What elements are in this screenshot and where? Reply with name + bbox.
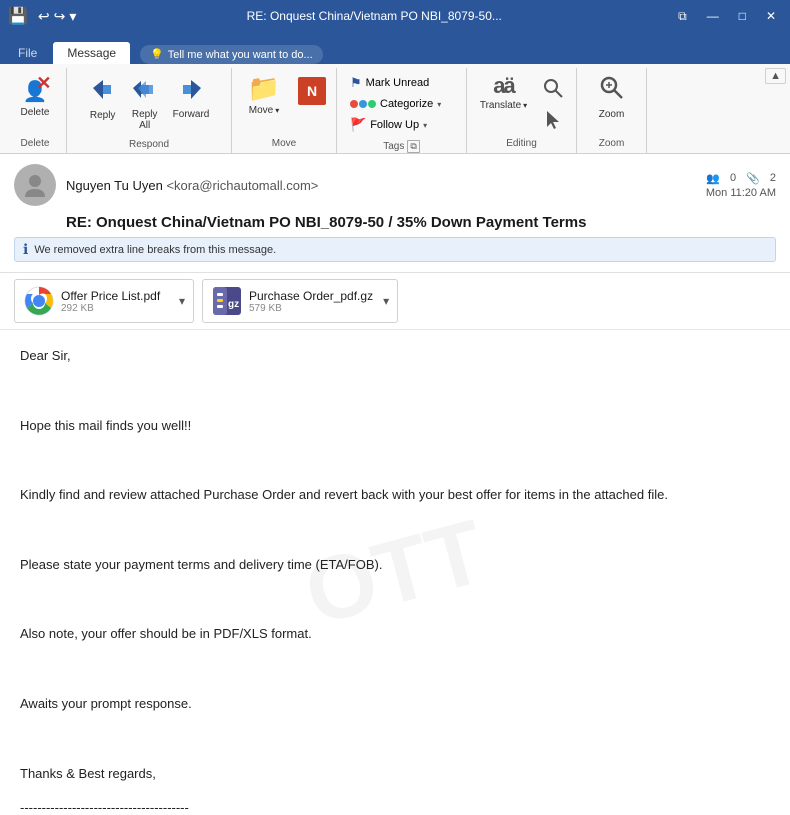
app-icon: 💾: [8, 6, 28, 26]
search-button[interactable]: [537, 74, 569, 102]
cursor-button[interactable]: [537, 106, 569, 134]
forward-label: Forward: [173, 109, 210, 120]
forward-button[interactable]: Forward: [167, 70, 216, 124]
sender-email: <kora@richautomall.com>: [166, 178, 318, 193]
ribbon: 👤 ✕ Delete Delete Reply: [0, 64, 790, 154]
attachment-2[interactable]: gz Purchase Order_pdf.gz 579 KB ▾: [202, 279, 398, 323]
reply-button[interactable]: Reply: [83, 70, 123, 125]
tab-bar: File Message 💡 Tell me what you want to …: [0, 32, 790, 64]
body-line-11: Awaits your prompt response.: [20, 694, 770, 715]
ribbon-group-move: 📁 Move ▾ N Move: [232, 68, 337, 153]
attachment-1-info: Offer Price List.pdf 292 KB: [61, 289, 169, 314]
body-line-9: Also note, your offer should be in PDF/X…: [20, 624, 770, 645]
delete-button[interactable]: 👤 ✕ Delete: [10, 70, 60, 122]
zoom-group-label: Zoom: [583, 134, 640, 153]
attachment-2-dropdown[interactable]: ▾: [383, 294, 389, 308]
reply-all-button[interactable]: ReplyAll: [125, 70, 165, 135]
title-bar: 💾 ↩ ↪ ▾ RE: Onquest China/Vietnam PO NBI…: [0, 0, 790, 32]
zoom-label: Zoom: [599, 109, 625, 120]
ribbon-group-delete: 👤 ✕ Delete Delete: [4, 68, 67, 153]
reply-all-label: ReplyAll: [132, 109, 158, 131]
email-body[interactable]: OTT Dear Sir, Hope this mail finds you w…: [0, 330, 790, 815]
translate-label: Translate ▾: [480, 100, 527, 111]
tab-message[interactable]: Message: [53, 42, 130, 64]
sender-avatar: [14, 164, 56, 206]
editing-group-label: Editing: [473, 134, 570, 153]
body-line-6: [20, 520, 770, 541]
attachment-2-size: 579 KB: [249, 303, 373, 314]
tell-me-text: Tell me what you want to do...: [168, 49, 313, 61]
attachment-count: 2: [770, 172, 776, 184]
email-meta-right: 👥 0 📎 2 Mon 11:20 AM: [706, 172, 776, 199]
body-line-4: [20, 450, 770, 471]
info-message: We removed extra line breaks from this m…: [34, 244, 276, 256]
categorize-button[interactable]: Categorize ▾: [343, 95, 460, 113]
attachment-1-name: Offer Price List.pdf: [61, 289, 169, 303]
ribbon-group-tags: ⚑ Mark Unread Categorize ▾ 🚩 Follow Up ▾…: [337, 68, 467, 153]
email-subject: RE: Onquest China/Vietnam PO NBI_8079-50…: [66, 210, 776, 233]
lightbulb-icon: 💡: [150, 48, 164, 61]
respond-group-label: Respond: [73, 135, 225, 154]
maximize-button[interactable]: □: [733, 7, 752, 26]
body-line-8: [20, 590, 770, 611]
restore-button[interactable]: ⧉: [672, 7, 693, 26]
mark-unread-label: Mark Unread: [366, 77, 430, 89]
ribbon-group-editing: aä Translate ▾ Editing: [467, 68, 577, 153]
ribbon-group-zoom: Zoom Zoom: [577, 68, 647, 153]
follow-up-label: Follow Up: [370, 119, 419, 131]
info-bar: ℹ We removed extra line breaks from this…: [14, 237, 776, 262]
onenote-button[interactable]: N: [294, 74, 330, 108]
body-line-3: Hope this mail finds you well!!: [20, 416, 770, 437]
email-container: Nguyen Tu Uyen <kora@richautomall.com> 👥…: [0, 154, 790, 815]
attachment-2-name: Purchase Order_pdf.gz: [249, 289, 373, 303]
body-line-1: Dear Sir,: [20, 346, 770, 367]
ribbon-collapse-button[interactable]: ▲: [765, 68, 786, 84]
window-title: RE: Onquest China/Vietnam PO NBI_8079-50…: [76, 9, 672, 23]
attachment-1-dropdown[interactable]: ▾: [179, 294, 185, 308]
translate-button[interactable]: aä Translate ▾: [474, 70, 533, 115]
body-line-13: Thanks & Best regards,: [20, 764, 770, 785]
body-line-5: Kindly find and review attached Purchase…: [20, 485, 770, 506]
email-date: Mon 11:20 AM: [706, 187, 776, 199]
close-button[interactable]: ✕: [760, 7, 782, 26]
delete-label: Delete: [21, 107, 50, 118]
body-line-12: [20, 729, 770, 750]
body-line-10: [20, 659, 770, 680]
email-meta: Nguyen Tu Uyen <kora@richautomall.com>: [66, 178, 696, 193]
attachment-2-info: Purchase Order_pdf.gz 579 KB: [249, 289, 373, 314]
tell-me-input[interactable]: 💡 Tell me what you want to do...: [140, 45, 323, 64]
attachment-2-icon: gz: [211, 285, 243, 317]
minimize-button[interactable]: —: [701, 7, 725, 26]
sender-name: Nguyen Tu Uyen: [66, 178, 163, 193]
delete-group-label: Delete: [10, 134, 60, 153]
categorize-label: Categorize: [380, 98, 433, 110]
ribbon-group-respond: Reply ReplyAll: [67, 68, 232, 153]
zoom-button[interactable]: Zoom: [586, 70, 638, 124]
people-icon: 👥: [706, 172, 720, 185]
move-group-label: Move: [238, 134, 330, 153]
body-line-7: Please state your payment terms and deli…: [20, 555, 770, 576]
email-body-content: Dear Sir, Hope this mail finds you well!…: [20, 346, 770, 815]
move-button[interactable]: 📁 Move ▾: [238, 70, 290, 120]
info-icon: ℹ: [23, 241, 28, 258]
attachment-icon: 📎: [746, 172, 760, 185]
tags-group-label: Tags ⧉: [343, 136, 460, 157]
redo-button[interactable]: ↪: [54, 8, 66, 25]
reply-label: Reply: [90, 110, 116, 121]
move-label: Move ▾: [249, 105, 279, 116]
attachment-1-icon: [23, 285, 55, 317]
undo-button[interactable]: ↩: [38, 8, 50, 25]
body-line-2: [20, 381, 770, 402]
body-line-14: ---------------------------------------: [20, 798, 770, 815]
email-header: Nguyen Tu Uyen <kora@richautomall.com> 👥…: [0, 154, 790, 273]
mark-unread-button[interactable]: ⚑ Mark Unread: [343, 72, 460, 94]
people-count: 0: [730, 172, 736, 184]
attachment-1-size: 292 KB: [61, 303, 169, 314]
tab-file[interactable]: File: [4, 42, 51, 64]
attachment-1[interactable]: Offer Price List.pdf 292 KB ▾: [14, 279, 194, 323]
quick-access-dropdown[interactable]: ▾: [69, 8, 76, 25]
svg-text:gz: gz: [228, 299, 239, 310]
follow-up-button[interactable]: 🚩 Follow Up ▾: [343, 114, 460, 136]
attachments-bar: Offer Price List.pdf 292 KB ▾ gz Purchas…: [0, 273, 790, 330]
